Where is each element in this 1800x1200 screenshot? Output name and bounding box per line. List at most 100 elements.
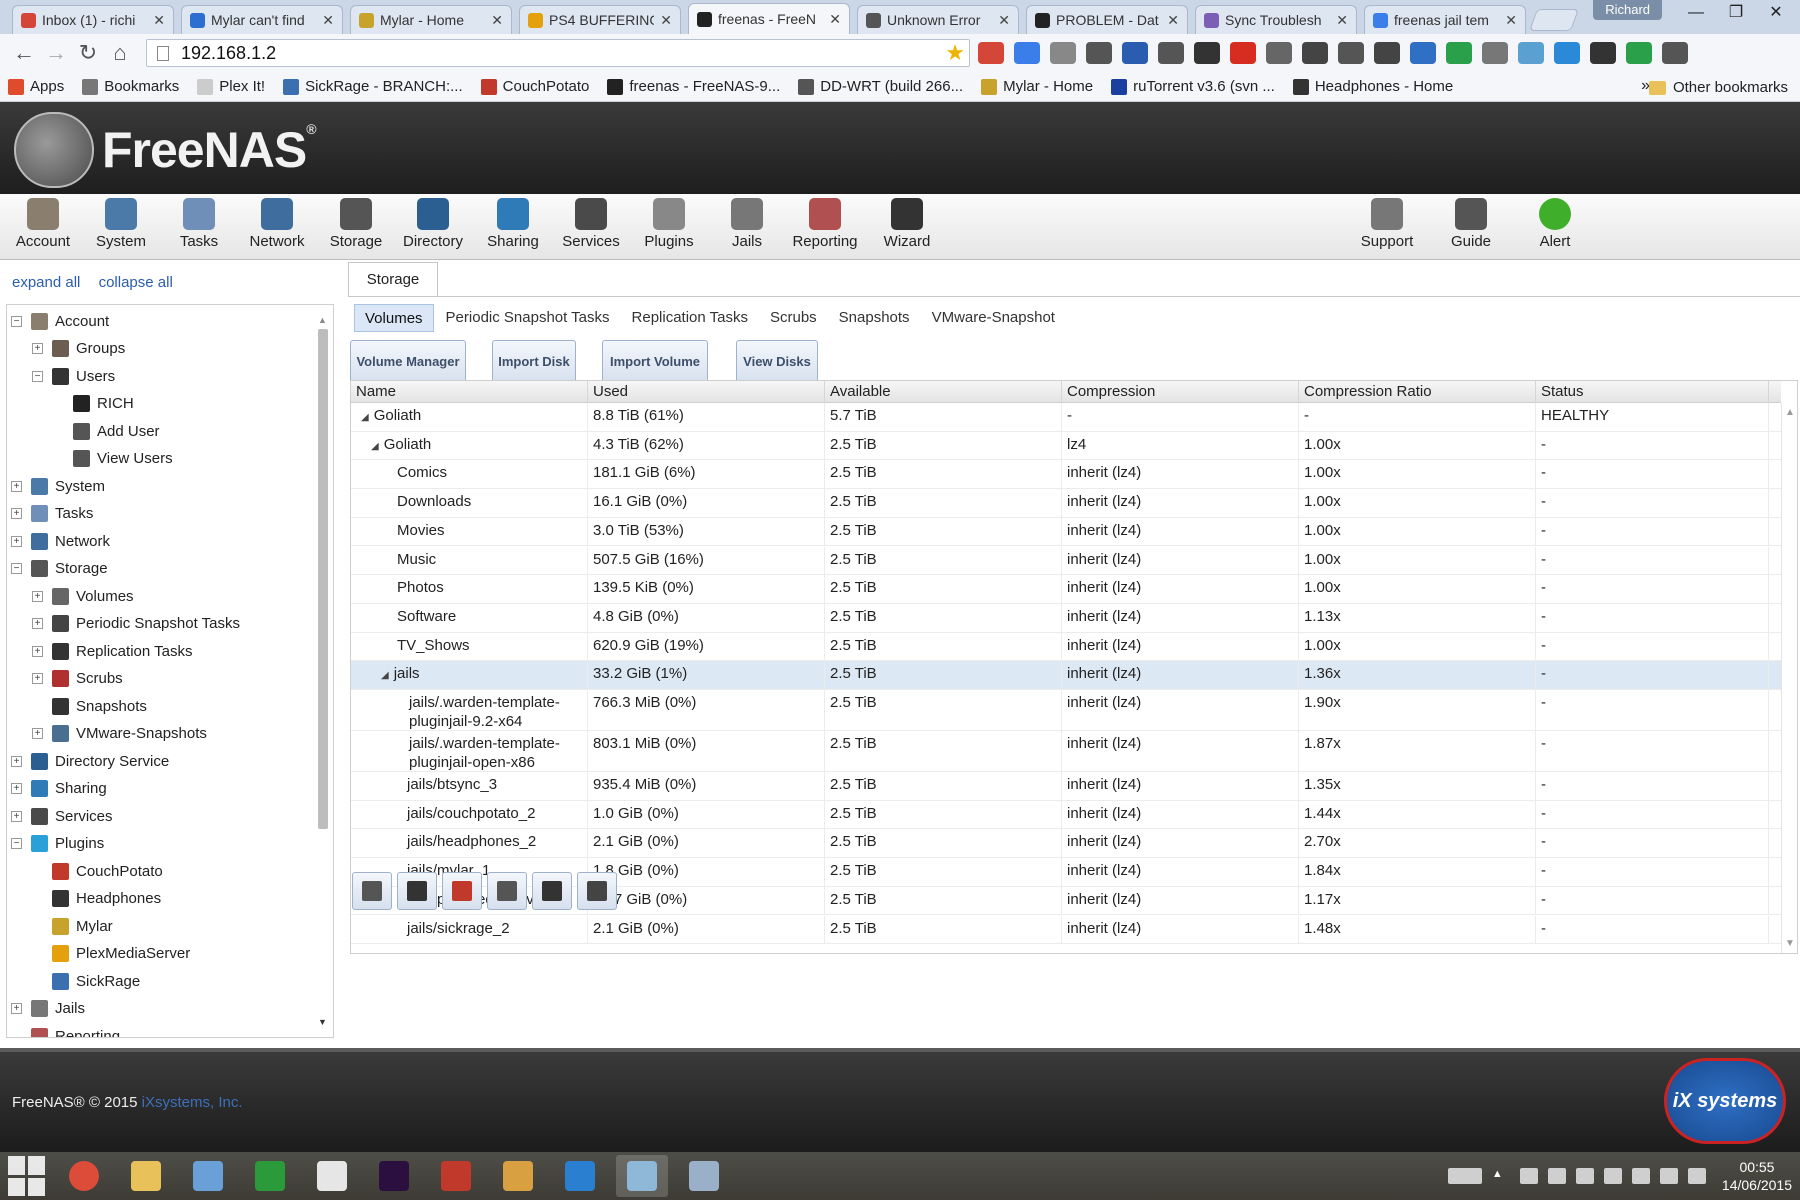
tree-item-volumes[interactable]: + Volumes [32, 584, 134, 608]
column-header-available[interactable]: Available [825, 381, 1062, 403]
extension-icon[interactable] [1050, 42, 1076, 64]
browser-tab[interactable]: Mylar - Home ✕ [350, 5, 512, 34]
battery-icon[interactable] [1603, 1168, 1622, 1184]
toolbar-network[interactable]: Network [234, 198, 320, 250]
collapse-all-link[interactable]: collapse all [99, 274, 173, 291]
tree-scrollbar[interactable]: ▲ ▼ [317, 315, 329, 1027]
column-header-name[interactable]: Name [351, 381, 588, 403]
tab-close-icon[interactable]: ✕ [1167, 12, 1179, 29]
toolbar-wizard[interactable]: Wizard [864, 198, 950, 250]
toolbar-directory[interactable]: Directory [390, 198, 476, 250]
tree-item-couchpotato[interactable]: CouchPotato [32, 859, 163, 883]
tree-item-jails[interactable]: + Jails [11, 997, 85, 1021]
keyboard-icon[interactable] [1447, 1168, 1482, 1184]
tab-close-icon[interactable]: ✕ [1505, 12, 1517, 29]
collapse-icon[interactable]: − [11, 838, 22, 849]
volume-manager-button[interactable]: Volume Manager [350, 340, 466, 384]
tab-close-icon[interactable]: ✕ [998, 12, 1010, 29]
collapse-icon[interactable]: − [11, 563, 22, 574]
expand-icon[interactable]: + [32, 618, 43, 629]
browser-tab[interactable]: PS4 BUFFERING ✕ [519, 5, 681, 34]
create-snapshot-button[interactable] [577, 872, 617, 910]
tree-item-headphones[interactable]: Headphones [32, 887, 161, 911]
toolbar-reporting[interactable]: Reporting [782, 198, 868, 250]
tree-item-add-user[interactable]: Add User [53, 419, 160, 443]
tree-item-account[interactable]: − Account [11, 309, 109, 333]
table-row[interactable]: Movies 3.0 TiB (53%) 2.5 TiB inherit (lz4) 1… [351, 517, 1781, 547]
tree-item-storage[interactable]: − Storage [11, 557, 108, 581]
table-row[interactable]: jails/couchpotato_2 1.0 GiB (0%) 2.5 TiB in… [351, 800, 1781, 830]
taskbar-filezilla[interactable] [430, 1155, 482, 1197]
subtab-volumes[interactable]: Volumes [354, 304, 434, 332]
tree-item-tasks[interactable]: + Tasks [11, 502, 93, 526]
tree-item-plugins[interactable]: − Plugins [11, 832, 104, 856]
taskbar-control[interactable] [678, 1155, 730, 1197]
bookmark-mylar-home[interactable]: Mylar - Home [981, 78, 1093, 95]
tab-close-icon[interactable]: ✕ [1336, 12, 1348, 29]
taskbar-feather[interactable] [554, 1155, 606, 1197]
table-row[interactable]: TV_Shows 620.9 GiB (19%) 2.5 TiB inherit (l… [351, 632, 1781, 662]
column-header-used[interactable]: Used [588, 381, 825, 403]
extension-icon[interactable] [1302, 42, 1328, 64]
extension-icon[interactable] [1266, 42, 1292, 64]
expand-arrow-icon[interactable]: ◢ [381, 670, 389, 681]
column-header-compression[interactable]: Compression [1062, 381, 1299, 403]
expand-icon[interactable]: + [11, 783, 22, 794]
table-row[interactable]: jails/.warden-template-pluginjail-9.2-x6… [351, 690, 1781, 731]
tree-item-groups[interactable]: + Groups [32, 337, 125, 361]
bookmark-dd-wrt-build-266[interactable]: DD-WRT (build 266... [798, 78, 963, 95]
tree-item-periodic-snapshot-tasks[interactable]: + Periodic Snapshot Tasks [32, 612, 240, 636]
taskbar-apps[interactable] [306, 1155, 358, 1197]
extension-icon[interactable] [1482, 42, 1508, 64]
bookmark-couchpotato[interactable]: CouchPotato [480, 78, 589, 95]
tree-item-vmware-snapshots[interactable]: + VMware-Snapshots [32, 722, 207, 746]
browser-tab[interactable]: Mylar can't find ✕ [181, 5, 343, 34]
bookmark-rutorrent-v3-6-svn[interactable]: ruTorrent v3.6 (svn ... [1111, 78, 1275, 95]
change-permissions-button[interactable] [352, 872, 392, 910]
taskbar-rdp[interactable] [182, 1155, 234, 1197]
tree-item-system[interactable]: + System [11, 474, 105, 498]
drive-icon[interactable] [1631, 1168, 1650, 1184]
table-row[interactable]: ◢ Goliath 4.3 TiB (62%) 2.5 TiB lz4 1.00x - [351, 431, 1781, 461]
subtab-vmware-snapshot[interactable]: VMware-Snapshot [922, 304, 1065, 332]
bookmark-star-icon[interactable]: ★ [945, 40, 965, 66]
start-button[interactable] [8, 1156, 48, 1196]
toolbar-tasks[interactable]: Tasks [156, 198, 242, 250]
tree-item-users[interactable]: − Users [32, 364, 115, 388]
column-header-status[interactable]: Status [1536, 381, 1769, 403]
tree-item-view-users[interactable]: View Users [53, 447, 173, 471]
volume-icon[interactable] [1687, 1168, 1706, 1184]
taskbar-explorer[interactable] [120, 1155, 172, 1197]
table-row[interactable]: Downloads 16.1 GiB (0%) 2.5 TiB inherit (lz… [351, 489, 1781, 518]
extension-icon[interactable] [1122, 42, 1148, 64]
taskbar-store[interactable] [244, 1155, 296, 1197]
extension-icon[interactable] [1230, 42, 1256, 64]
browser-tab[interactable]: Sync Troublesh ✕ [1195, 5, 1357, 34]
tree-item-sharing[interactable]: + Sharing [11, 777, 107, 801]
minimize-icon[interactable]: — [1676, 2, 1716, 24]
subtab-replication-tasks[interactable]: Replication Tasks [622, 304, 758, 332]
import-disk-button[interactable]: Import Disk [492, 340, 576, 384]
reload-icon[interactable]: ↻ [72, 37, 104, 69]
flag-icon[interactable] [1519, 1168, 1538, 1184]
import-volume-button[interactable]: Import Volume [602, 340, 708, 384]
tray-expand-icon[interactable]: ▲ [1492, 1168, 1510, 1184]
table-row[interactable]: ◢ Goliath 8.8 TiB (61%) 5.7 TiB - - HEALTHY [351, 403, 1781, 432]
grid-scroll-down-icon[interactable]: ▼ [1785, 938, 1795, 949]
toolbar-account[interactable]: Account [0, 198, 86, 250]
browser-tab[interactable]: freenas jail tem ✕ [1364, 5, 1526, 34]
tree-scrollbar-thumb[interactable] [318, 329, 328, 829]
address-bar[interactable]: 192.168.1.2 ★ [146, 39, 970, 67]
view-disks-button[interactable]: View Disks [736, 340, 818, 384]
tab-close-icon[interactable]: ✕ [322, 12, 334, 29]
tab-close-icon[interactable]: ✕ [153, 12, 165, 29]
expand-icon[interactable]: + [11, 480, 22, 492]
extension-icon[interactable] [1518, 42, 1544, 64]
browser-tab[interactable]: freenas - FreeN ✕ [688, 3, 850, 34]
destroy-dataset-button[interactable] [442, 872, 482, 910]
back-icon[interactable]: ← [8, 37, 40, 69]
create-zvol-button[interactable] [532, 872, 572, 910]
tree-item-mylar[interactable]: Mylar [32, 914, 113, 938]
taskbar-premiere[interactable] [368, 1155, 420, 1197]
ixsystems-logo[interactable]: iX systems [1664, 1058, 1786, 1144]
